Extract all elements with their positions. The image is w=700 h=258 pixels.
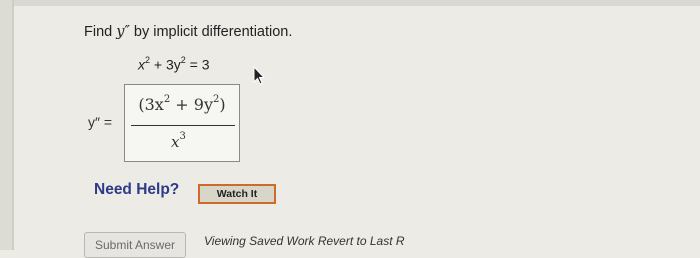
question-suffix: by implicit differentiation. (129, 24, 293, 40)
answer-label: y″ = (88, 114, 113, 130)
given-equation: x2 + 3y2 = 3 (138, 55, 210, 73)
given-middle: + 3y (150, 56, 181, 73)
answer-input-box[interactable]: (3x2 + 9y2) x3 (124, 84, 240, 162)
question-prompt: Find y″ by implicit differentiation. (84, 24, 292, 40)
numerator-exp2: 2 (213, 93, 220, 105)
numerator-open: (3x (138, 95, 164, 114)
answer-denominator: x3 (171, 131, 186, 151)
submit-answer-button[interactable]: Submit Answer (84, 232, 186, 258)
top-border (14, 0, 700, 6)
left-margin-bar (0, 0, 14, 250)
given-x: x (138, 56, 145, 73)
given-rhs: = 3 (185, 56, 210, 73)
numerator-exp1: 2 (163, 93, 171, 105)
given-x-exponent: 2 (145, 55, 151, 65)
need-help-label: Need Help? (94, 181, 180, 198)
fraction-line (131, 125, 235, 126)
pointer-cursor-icon (253, 66, 266, 85)
question-prefix: Find (84, 24, 117, 40)
answer-numerator: (3x2 + 9y2) (131, 93, 233, 114)
question-variable: y″ (116, 24, 130, 40)
denominator-exp: 3 (179, 131, 186, 142)
given-y-exponent: 2 (180, 55, 186, 65)
watch-it-button[interactable]: Watch It (198, 184, 276, 204)
numerator-close: ) (219, 95, 226, 114)
saved-work-link[interactable]: Viewing Saved Work Revert to Last R (204, 234, 405, 248)
numerator-mid: + 9y (170, 95, 213, 114)
